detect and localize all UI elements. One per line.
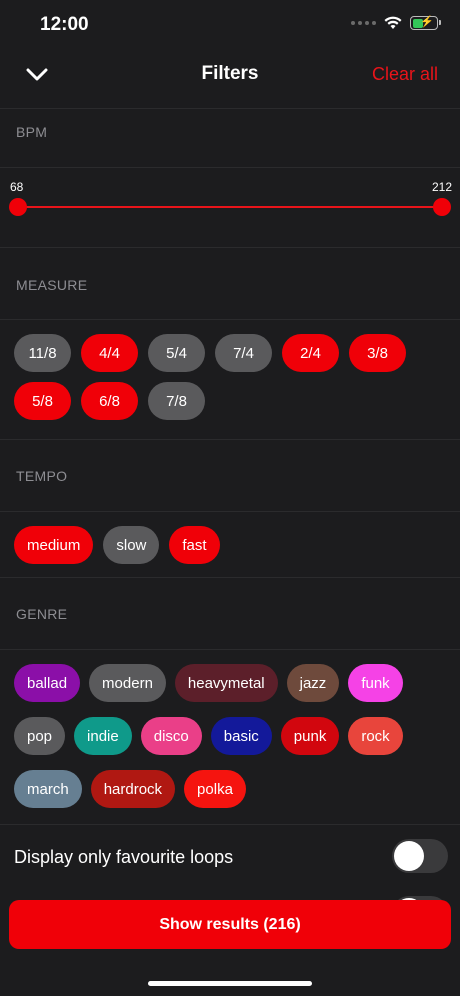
measure-chip-11-8[interactable]: 11/8 bbox=[14, 334, 71, 372]
signal-icon bbox=[351, 21, 376, 25]
measure-chip-5-4[interactable]: 5/4 bbox=[148, 334, 205, 372]
genre-chip-pop[interactable]: pop bbox=[14, 717, 66, 755]
show-results-button[interactable]: Show results (216) bbox=[9, 900, 451, 949]
genre-chip-group: ballad modern heavymetal jazz funk pop indie di… bbox=[14, 664, 450, 808]
favourites-toggle[interactable] bbox=[392, 839, 448, 873]
genre-chip-punk[interactable]: punk bbox=[280, 717, 340, 755]
divider bbox=[0, 108, 460, 109]
genre-chip-basic[interactable]: basic bbox=[210, 717, 272, 755]
battery-icon: ⚡ bbox=[410, 16, 441, 30]
tempo-chip-fast[interactable]: fast bbox=[169, 526, 220, 564]
home-indicator bbox=[148, 981, 312, 986]
genre-chip-polka[interactable]: polka bbox=[184, 770, 246, 808]
bpm-min-handle[interactable] bbox=[9, 198, 27, 216]
divider bbox=[0, 511, 460, 512]
tempo-chip-slow[interactable]: slow bbox=[103, 526, 160, 564]
favourites-row: Display only favourite loops bbox=[0, 824, 460, 888]
bpm-slider-track[interactable] bbox=[18, 206, 442, 208]
bpm-max-handle[interactable] bbox=[433, 198, 451, 216]
measure-section-label: MEASURE bbox=[16, 277, 88, 293]
genre-chip-indie[interactable]: indie bbox=[74, 717, 132, 755]
genre-chip-heavymetal[interactable]: heavymetal bbox=[174, 664, 278, 702]
bpm-min-value: 68 bbox=[10, 180, 24, 194]
measure-chip-3-8[interactable]: 3/8 bbox=[349, 334, 406, 372]
divider bbox=[0, 649, 460, 650]
genre-chip-disco[interactable]: disco bbox=[140, 717, 202, 755]
genre-chip-march[interactable]: march bbox=[14, 770, 82, 808]
tempo-chip-group: medium slow fast bbox=[14, 526, 450, 564]
genre-chip-rock[interactable]: rock bbox=[348, 717, 403, 755]
tempo-chip-medium[interactable]: medium bbox=[14, 526, 94, 564]
genre-chip-modern[interactable]: modern bbox=[89, 664, 166, 702]
nav-bar: Filters Clear all bbox=[0, 50, 460, 98]
divider bbox=[0, 319, 460, 320]
divider bbox=[0, 247, 460, 248]
measure-chip-group: 11/8 4/4 5/4 7/4 2/4 3/8 5/8 6/8 7/8 bbox=[14, 334, 450, 420]
measure-chip-5-8[interactable]: 5/8 bbox=[14, 382, 71, 420]
status-bar: 12:00 ⚡ bbox=[0, 0, 460, 50]
genre-chip-jazz[interactable]: jazz bbox=[286, 664, 340, 702]
status-time: 12:00 bbox=[40, 14, 89, 35]
genre-chip-hardrock[interactable]: hardrock bbox=[90, 770, 176, 808]
measure-chip-4-4[interactable]: 4/4 bbox=[81, 334, 138, 372]
genre-chip-funk[interactable]: funk bbox=[348, 664, 403, 702]
tempo-section-label: TEMPO bbox=[16, 468, 68, 484]
genre-chip-ballad[interactable]: ballad bbox=[14, 664, 81, 702]
clear-all-button[interactable]: Clear all bbox=[372, 64, 438, 85]
measure-chip-7-8[interactable]: 7/8 bbox=[148, 382, 205, 420]
divider bbox=[0, 439, 460, 440]
toggle-knob bbox=[394, 841, 424, 871]
divider bbox=[0, 577, 460, 578]
favourites-label: Display only favourite loops bbox=[14, 847, 234, 867]
measure-chip-6-8[interactable]: 6/8 bbox=[81, 382, 138, 420]
bpm-section-label: BPM bbox=[16, 124, 48, 140]
genre-section-label: GENRE bbox=[16, 606, 68, 622]
measure-chip-2-4[interactable]: 2/4 bbox=[282, 334, 339, 372]
bpm-max-value: 212 bbox=[431, 180, 452, 194]
divider bbox=[0, 167, 460, 168]
wifi-icon bbox=[384, 16, 402, 29]
measure-chip-7-4[interactable]: 7/4 bbox=[215, 334, 272, 372]
status-icons: ⚡ bbox=[351, 16, 441, 30]
